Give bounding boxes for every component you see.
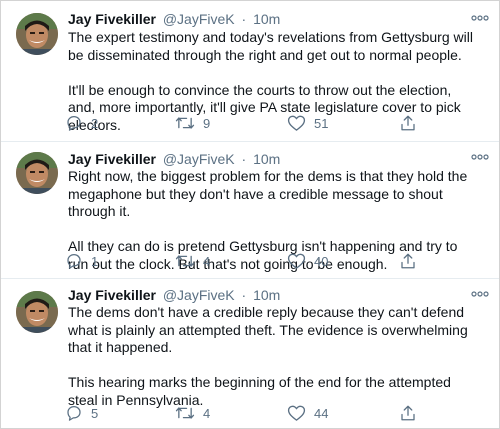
tweet[interactable]: Jay Fivekiller @JayFiveK · 10m The dems … xyxy=(1,278,499,428)
heart-icon xyxy=(287,405,306,421)
timestamp[interactable]: 10m xyxy=(253,287,280,303)
tweet-paragraph: The expert testimony and today's revelat… xyxy=(68,29,473,63)
tweet-text: The dems don't have a credible reply bec… xyxy=(68,304,481,409)
author-handle[interactable]: @JayFiveK xyxy=(163,11,235,27)
share-icon xyxy=(401,253,415,269)
retweet-icon xyxy=(175,407,195,419)
tweet-header: Jay Fivekiller @JayFiveK · 10m xyxy=(68,11,475,28)
reply-button[interactable]: 1 xyxy=(65,251,98,271)
avatar[interactable] xyxy=(16,13,58,55)
like-count: 40 xyxy=(314,253,329,269)
avatar-photo xyxy=(16,152,58,194)
like-button[interactable]: 40 xyxy=(287,251,328,271)
tweet[interactable]: Jay Fivekiller @JayFiveK · 10m The exper… xyxy=(1,1,499,141)
retweet-count: 4 xyxy=(203,253,211,269)
author-name[interactable]: Jay Fivekiller xyxy=(68,11,156,27)
action-bar: 1 4 40 xyxy=(61,251,441,271)
share-button[interactable] xyxy=(399,251,417,271)
share-button[interactable] xyxy=(399,113,417,133)
avatar[interactable] xyxy=(16,152,58,194)
heart-icon xyxy=(287,115,306,131)
retweet-button[interactable]: 4 xyxy=(175,251,210,271)
reply-icon xyxy=(67,405,81,421)
author-name[interactable]: Jay Fivekiller xyxy=(68,287,156,303)
separator: · xyxy=(241,11,247,27)
timestamp[interactable]: 10m xyxy=(253,151,280,167)
tweet[interactable]: Jay Fivekiller @JayFiveK · 10m Right now… xyxy=(1,141,499,278)
timestamp[interactable]: 10m xyxy=(253,11,280,27)
avatar-photo xyxy=(16,13,58,55)
reply-icon xyxy=(67,115,81,131)
more-options-icon[interactable] xyxy=(471,289,489,299)
retweet-button[interactable]: 4 xyxy=(175,403,210,423)
more-options-icon[interactable] xyxy=(471,152,489,162)
retweet-button[interactable]: 9 xyxy=(175,113,210,133)
share-icon xyxy=(401,115,415,131)
retweet-count: 9 xyxy=(203,115,211,131)
separator: · xyxy=(241,151,247,167)
retweet-icon xyxy=(175,117,195,129)
retweet-icon xyxy=(175,255,195,267)
reply-count: 1 xyxy=(91,253,99,269)
like-button[interactable]: 51 xyxy=(287,113,328,133)
tweet-header: Jay Fivekiller @JayFiveK · 10m xyxy=(68,151,475,168)
avatar[interactable] xyxy=(16,291,58,333)
reply-icon xyxy=(67,253,81,269)
author-handle[interactable]: @JayFiveK xyxy=(163,287,235,303)
action-bar: 5 4 44 xyxy=(61,403,441,423)
share-button[interactable] xyxy=(399,403,417,423)
author-handle[interactable]: @JayFiveK xyxy=(163,151,235,167)
heart-icon xyxy=(287,253,306,269)
more-options-icon[interactable] xyxy=(471,13,489,23)
reply-button[interactable]: 5 xyxy=(65,403,98,423)
avatar-photo xyxy=(16,291,58,333)
author-name[interactable]: Jay Fivekiller xyxy=(68,151,156,167)
action-bar: 2 9 51 xyxy=(61,113,441,133)
like-button[interactable]: 44 xyxy=(287,403,328,423)
separator: · xyxy=(241,287,247,303)
like-count: 44 xyxy=(314,405,329,421)
share-icon xyxy=(401,405,415,421)
tweet-header: Jay Fivekiller @JayFiveK · 10m xyxy=(68,287,475,304)
tweet-paragraph: The dems don't have a credible reply bec… xyxy=(68,304,468,355)
retweet-count: 4 xyxy=(203,405,211,421)
reply-count: 5 xyxy=(91,405,99,421)
like-count: 51 xyxy=(314,115,329,131)
reply-button[interactable]: 2 xyxy=(65,113,98,133)
tweet-paragraph: Right now, the biggest problem for the d… xyxy=(68,168,468,219)
reply-count: 2 xyxy=(91,115,99,131)
timeline: Jay Fivekiller @JayFiveK · 10m The exper… xyxy=(0,0,500,429)
